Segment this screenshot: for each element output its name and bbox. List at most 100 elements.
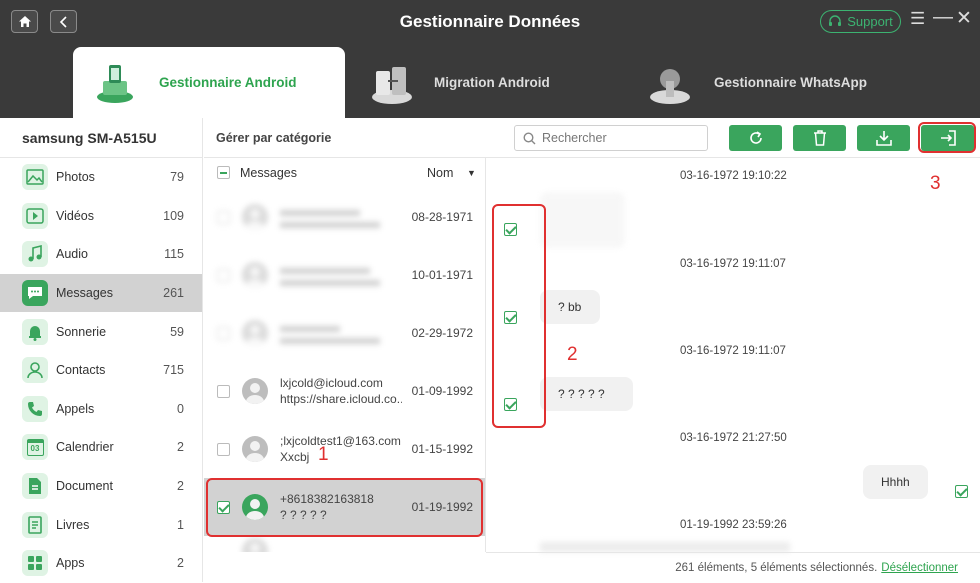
sidebar-item-count: 0: [177, 401, 184, 416]
list-item[interactable]: 02-29-1972: [204, 304, 485, 362]
message-timestamp: 03-16-1972 19:10:22: [680, 170, 787, 182]
redacted-line: [280, 210, 360, 216]
search-input[interactable]: Rechercher: [514, 125, 708, 151]
row-text: lxjcold@icloud.com https://share.icloud.c…: [280, 375, 402, 407]
row-text: ;lxjcoldtest1@163.com Xxcbj: [280, 433, 402, 465]
sidebar-item-label: Calendrier: [56, 440, 114, 455]
tab-label: Migration Android: [434, 75, 550, 90]
redacted-line: [280, 268, 370, 274]
sort-label[interactable]: Nom: [427, 166, 453, 180]
bell-icon: [22, 318, 48, 345]
delete-button[interactable]: [793, 125, 846, 151]
list-item[interactable]: 08-28-1971: [204, 188, 485, 246]
minimize-icon[interactable]: —: [933, 6, 953, 29]
device-name: samsung SM-A515U: [0, 118, 203, 158]
row-checkbox[interactable]: [217, 268, 230, 282]
sidebar-item-count: 1: [177, 517, 184, 532]
row-checkbox[interactable]: [217, 442, 230, 456]
sidebar-item-audio[interactable]: Audio 115: [0, 235, 202, 274]
sidebar-item-videos[interactable]: Vidéos 109: [0, 197, 202, 236]
list-item[interactable]: [204, 536, 485, 552]
message-timestamp: 01-19-1992 23:59:26: [680, 519, 787, 531]
row-date: 01-15-1992: [411, 442, 473, 456]
sidebar-item-apps[interactable]: Apps 2: [0, 544, 202, 583]
whatsapp-manager-icon: [648, 59, 696, 107]
sidebar-item-label: Document: [56, 479, 113, 494]
sidebar-item-label: Sonnerie: [56, 324, 107, 339]
divider: [485, 158, 486, 552]
deselect-link[interactable]: Désélectionner: [881, 562, 958, 574]
category-sidebar: Photos 79 Vidéos 109 Audio 115 Messages …: [0, 158, 203, 582]
search-icon: [523, 131, 536, 144]
redacted-line: [280, 280, 380, 286]
migration-icon: [368, 59, 416, 107]
music-icon: [22, 241, 48, 268]
sidebar-item-count: 115: [164, 247, 184, 262]
message-timestamp: 03-16-1972 19:11:07: [680, 345, 786, 357]
sidebar-item-label: Messages: [56, 286, 113, 301]
support-button[interactable]: Support: [820, 10, 901, 33]
tab-android-migration[interactable]: Migration Android: [368, 47, 618, 118]
tab-android-manager[interactable]: Gestionnaire Android: [73, 47, 345, 118]
list-item[interactable]: 10-01-1971: [204, 246, 485, 304]
tab-whatsapp-manager[interactable]: Gestionnaire WhatsApp: [648, 47, 908, 118]
close-icon[interactable]: ✕: [956, 7, 972, 30]
message-bubble: ? bb: [540, 290, 600, 324]
title-bar: Gestionnaire Données Support ☰ — ✕ Gesti…: [0, 0, 980, 118]
sidebar-item-calendar[interactable]: 03 Calendrier 2: [0, 428, 202, 467]
message-bubble-partial: [540, 542, 790, 552]
sidebar-item-document[interactable]: Document 2: [0, 467, 202, 506]
sidebar-item-label: Appels: [56, 401, 95, 416]
category-label: Gérer par catégorie: [216, 131, 332, 145]
list-item[interactable]: ;lxjcoldtest1@163.com Xxcbj 01-15-1992: [204, 420, 485, 478]
sidebar-item-contacts[interactable]: Contacts 715: [0, 351, 202, 390]
row-line2: https://share.icloud.co...: [280, 392, 402, 406]
message-checkbox[interactable]: [955, 485, 968, 498]
document-icon: [22, 473, 48, 500]
row-text: [280, 206, 402, 228]
sidebar-item-count: 715: [163, 363, 184, 378]
annotation-box-message-checkboxes: [492, 204, 546, 428]
phone-icon: [22, 395, 48, 422]
refresh-button[interactable]: [729, 125, 782, 151]
sidebar-item-count: 261: [163, 286, 184, 301]
sidebar-item-calls[interactable]: Appels 0: [0, 390, 202, 429]
select-all-checkbox[interactable]: [217, 166, 230, 179]
sidebar-item-photos[interactable]: Photos 79: [0, 158, 202, 197]
row-line1: ;lxjcoldtest1@163.com: [280, 434, 401, 448]
calendar-icon-day: 03: [26, 438, 44, 456]
selection-status: 261 éléments, 5 éléments sélectionnés.: [675, 561, 878, 574]
row-text: [280, 264, 402, 286]
message-bubble: Hhhh: [863, 465, 928, 499]
sidebar-item-books[interactable]: Livres 1: [0, 505, 202, 544]
row-checkbox[interactable]: [217, 326, 230, 340]
row-checkbox[interactable]: [217, 384, 230, 398]
apps-icon: [22, 550, 48, 577]
row-checkbox[interactable]: [217, 210, 230, 224]
export-to-pc-button[interactable]: [857, 125, 910, 151]
sort-dropdown-icon[interactable]: ▼: [467, 168, 476, 178]
android-manager-icon: [93, 59, 141, 107]
book-icon: [22, 511, 48, 538]
redacted-line: [280, 326, 340, 332]
avatar: [242, 436, 268, 462]
sidebar-item-messages[interactable]: Messages 261: [0, 273, 202, 313]
avatar: [242, 320, 268, 346]
sidebar-item-count: 79: [170, 170, 184, 185]
menu-icon[interactable]: ☰: [910, 9, 925, 29]
list-item[interactable]: lxjcold@icloud.com https://share.icloud.c…: [204, 362, 485, 420]
row-date: 02-29-1972: [411, 326, 473, 340]
row-date: 10-01-1971: [411, 268, 473, 282]
download-icon: [875, 131, 892, 146]
row-date: 01-09-1992: [411, 384, 473, 398]
tab-label: Gestionnaire Android: [159, 75, 297, 90]
annotation-number: 3: [930, 173, 941, 194]
avatar: [242, 538, 268, 552]
sidebar-item-label: Photos: [56, 170, 95, 185]
sidebar-item-label: Vidéos: [56, 208, 94, 223]
status-bar: 261 éléments, 5 éléments sélectionnés. D…: [486, 552, 980, 582]
sidebar-item-label: Livres: [56, 517, 90, 532]
sidebar-item-count: 2: [177, 479, 184, 494]
sidebar-item-ringtone[interactable]: Sonnerie 59: [0, 312, 202, 351]
sidebar-item-count: 2: [177, 556, 184, 571]
